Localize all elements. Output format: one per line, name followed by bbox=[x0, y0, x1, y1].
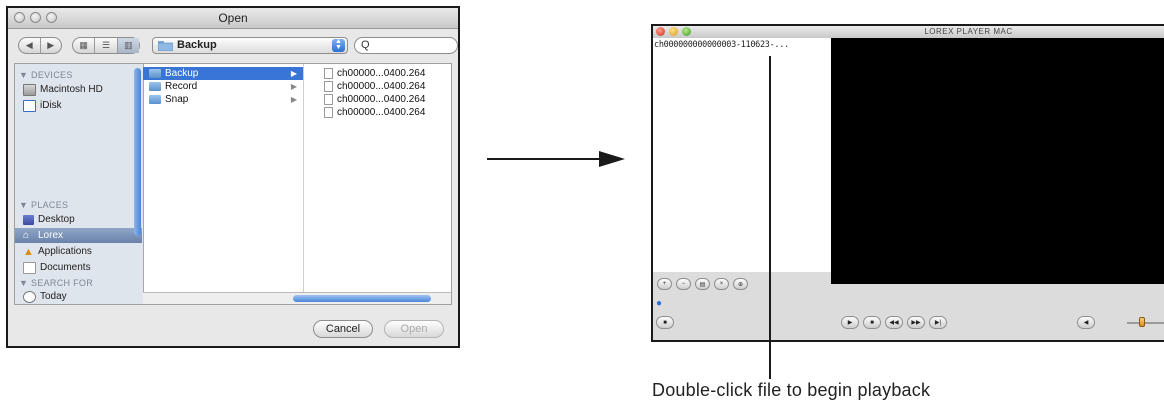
mute-button[interactable]: ◀ bbox=[1077, 316, 1095, 329]
search-field[interactable]: Q bbox=[354, 37, 458, 54]
devices-header: ▼ DEVICES bbox=[19, 70, 73, 80]
sidebar-item-macintosh-hd[interactable]: Macintosh HD bbox=[23, 82, 141, 97]
folder-icon bbox=[149, 82, 161, 91]
file-label: ch00000...0400.264 bbox=[337, 94, 426, 105]
open-file-button[interactable]: ⊕ bbox=[733, 278, 748, 290]
dialog-toolbar: ◀ ▶ ▦ ☰ ▥ Backup ▲ ▼ Q bbox=[14, 35, 458, 57]
sidebar-item-label: Lorex bbox=[38, 230, 64, 241]
folder-icon bbox=[149, 95, 161, 104]
dialog-title: Open bbox=[218, 11, 248, 25]
volume-slider-track[interactable] bbox=[1127, 322, 1164, 324]
folder-label: Backup bbox=[165, 68, 199, 79]
file-row[interactable]: ch00000...0400.264 bbox=[304, 67, 451, 80]
view-mode-buttons: ▦ ☰ ▥ bbox=[72, 37, 140, 54]
sidebar-item-lorex[interactable]: ⌂ Lorex bbox=[15, 228, 142, 243]
sidebar-item-desktop[interactable]: Desktop bbox=[23, 212, 141, 227]
desktop-icon bbox=[23, 214, 34, 225]
sidebar-item-label: Macintosh HD bbox=[40, 84, 103, 95]
sidebar-item-label: Applications bbox=[38, 246, 92, 257]
folder-label: Record bbox=[165, 81, 198, 92]
add-folder-button[interactable]: ▤ bbox=[695, 278, 710, 290]
search-for-header: ▼ SEARCH FOR bbox=[19, 278, 94, 288]
folder-row-snap[interactable]: Snap ▶ bbox=[143, 93, 303, 106]
file-column: ch00000...0400.264 ch00000...0400.264 ch… bbox=[304, 64, 451, 304]
play-button[interactable]: ▶ bbox=[841, 316, 859, 329]
file-label: ch00000...0400.264 bbox=[337, 81, 426, 92]
folder-icon bbox=[149, 69, 161, 78]
sidebar-item-documents[interactable]: Documents bbox=[23, 260, 141, 275]
location-popup[interactable]: Backup ▲ ▼ bbox=[152, 37, 348, 54]
disclosure-arrow-icon: ▶ bbox=[290, 69, 297, 78]
icon-view-icon[interactable]: ▦ bbox=[73, 38, 94, 53]
folder-column: Backup ▶ Record ▶ Snap ▶ bbox=[143, 64, 304, 304]
horizontal-scrollbar[interactable] bbox=[143, 292, 451, 304]
next-frame-button[interactable]: ▶| bbox=[929, 316, 947, 329]
disclosure-arrow-icon: ▶ bbox=[290, 95, 297, 104]
column-view-icon[interactable]: ▥ bbox=[116, 38, 139, 53]
callout-caption: Double-click file to begin playback bbox=[652, 380, 931, 400]
file-icon bbox=[324, 107, 333, 118]
lorex-player-window: LOREX PLAYER MAC ch000000000000003-11062… bbox=[651, 24, 1164, 342]
arrow-right-icon bbox=[487, 151, 625, 167]
popup-stepper-icon: ▲ ▼ bbox=[332, 38, 345, 52]
callout-line bbox=[769, 56, 771, 379]
disclosure-arrow-icon: ▶ bbox=[290, 82, 297, 91]
back-forward-buttons: ◀ ▶ bbox=[18, 37, 62, 54]
sidebar-item-label: Today bbox=[40, 291, 67, 302]
stop-button[interactable]: ■ bbox=[863, 316, 881, 329]
file-icon bbox=[324, 81, 333, 92]
applications-icon: ▲ bbox=[23, 245, 34, 258]
file-row[interactable]: ch00000...0400.264 bbox=[304, 93, 451, 106]
sidebar-scrollbar[interactable] bbox=[134, 68, 141, 236]
video-display bbox=[831, 38, 1164, 284]
sidebar-item-idisk[interactable]: iDisk bbox=[23, 98, 141, 113]
sidebar-item-today[interactable]: Today bbox=[23, 289, 141, 304]
idisk-icon bbox=[23, 99, 36, 112]
playlist-buttons: + − ▤ × ⊕ bbox=[657, 278, 748, 290]
hard-drive-icon bbox=[23, 83, 36, 96]
info-icon[interactable]: ● bbox=[656, 298, 662, 309]
file-label: ch00000...0400.264 bbox=[337, 107, 426, 118]
open-file-dialog: Open ◀ ▶ ▦ ☰ ▥ Backup ▲ ▼ Q ▼ DEVICES Ma… bbox=[6, 6, 460, 348]
cancel-button[interactable]: Cancel bbox=[313, 320, 373, 338]
add-file-button[interactable]: + bbox=[657, 278, 672, 290]
snapshot-button[interactable]: ■ bbox=[656, 316, 674, 329]
clear-list-button[interactable]: × bbox=[714, 278, 729, 290]
file-browser: ▼ DEVICES Macintosh HD iDisk ▼ PLACES De… bbox=[14, 63, 452, 305]
sidebar-item-applications[interactable]: ▲ Applications bbox=[23, 244, 141, 259]
file-row[interactable]: ch00000...0400.264 bbox=[304, 106, 451, 119]
folder-icon bbox=[158, 41, 173, 51]
dialog-titlebar: Open bbox=[8, 8, 458, 29]
playback-controls: ■ ▶ ■ ◀◀ ▶▶ ▶| ◀ bbox=[653, 314, 1164, 334]
file-icon bbox=[324, 68, 333, 79]
back-arrow-icon[interactable]: ◀ bbox=[19, 38, 40, 53]
remove-file-button[interactable]: − bbox=[676, 278, 691, 290]
file-label: ch00000...0400.264 bbox=[337, 68, 426, 79]
sidebar-item-label: iDisk bbox=[40, 100, 62, 111]
clock-icon bbox=[23, 290, 36, 303]
folder-label: Snap bbox=[165, 94, 189, 105]
rewind-button[interactable]: ◀◀ bbox=[885, 316, 903, 329]
location-label: Backup bbox=[177, 39, 217, 51]
folder-row-backup[interactable]: Backup ▶ bbox=[143, 67, 303, 80]
list-view-icon[interactable]: ☰ bbox=[94, 38, 116, 53]
volume-slider-knob[interactable] bbox=[1139, 317, 1145, 327]
places-header: ▼ PLACES bbox=[19, 200, 69, 210]
search-icon: Q bbox=[361, 39, 370, 51]
sidebar-item-label: Desktop bbox=[38, 214, 75, 225]
file-row[interactable]: ch00000...0400.264 bbox=[304, 80, 451, 93]
home-icon: ⌂ bbox=[23, 229, 30, 241]
file-icon bbox=[324, 94, 333, 105]
sidebar-item-label: Documents bbox=[40, 262, 91, 273]
fast-forward-button[interactable]: ▶▶ bbox=[907, 316, 925, 329]
player-title: LOREX PLAYER MAC bbox=[924, 27, 1013, 36]
scrollbar-thumb[interactable] bbox=[293, 295, 431, 302]
playlist-panel: ch000000000000003-110623-... bbox=[653, 38, 832, 272]
forward-arrow-icon[interactable]: ▶ bbox=[39, 38, 62, 53]
open-button[interactable]: Open bbox=[384, 320, 444, 338]
playlist-item[interactable]: ch000000000000003-110623-... bbox=[653, 38, 831, 52]
documents-icon bbox=[23, 261, 36, 274]
folder-row-record[interactable]: Record ▶ bbox=[143, 80, 303, 93]
sidebar: ▼ DEVICES Macintosh HD iDisk ▼ PLACES De… bbox=[15, 64, 144, 304]
